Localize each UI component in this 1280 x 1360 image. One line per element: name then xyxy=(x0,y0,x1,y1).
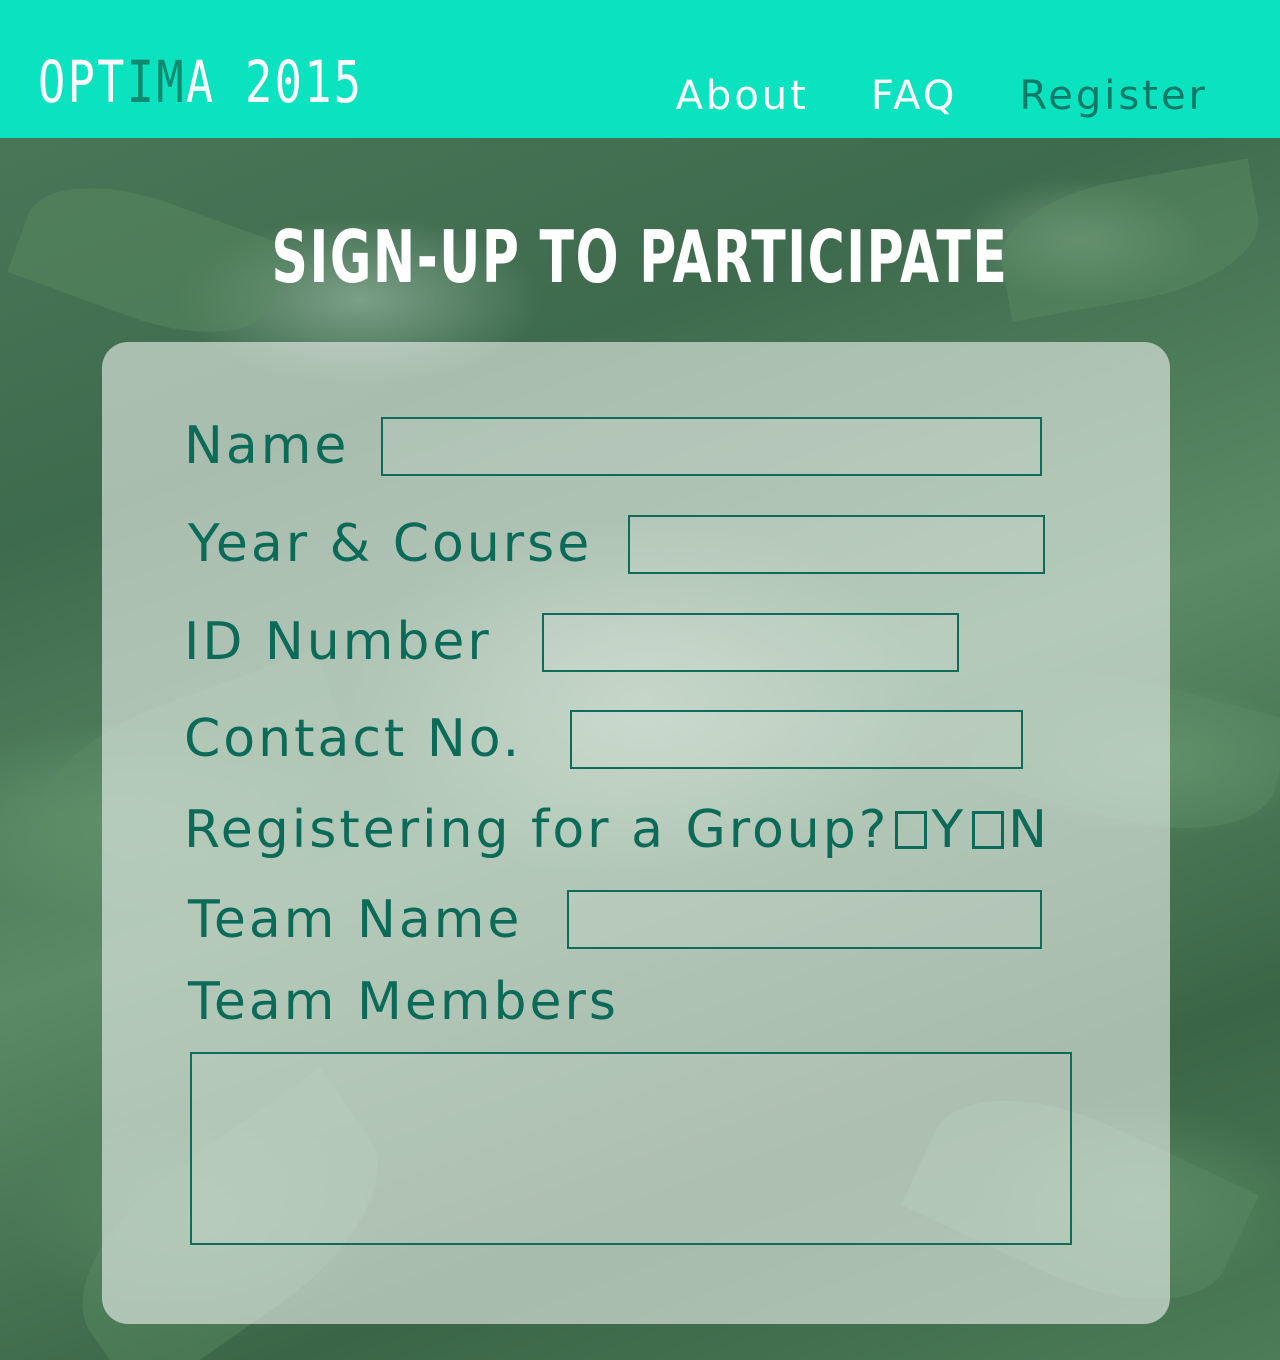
logo-text-accent: IM xyxy=(126,48,186,116)
team-members-label: Team Members xyxy=(188,972,619,1032)
main-nav: About FAQ Register xyxy=(676,72,1208,120)
team-members-textarea[interactable] xyxy=(190,1052,1072,1245)
contact-number-input[interactable] xyxy=(570,710,1023,769)
logo-text-main: OPT xyxy=(38,48,127,116)
site-header: OPTIMA 2015 About FAQ Register xyxy=(0,0,1280,138)
group-question-label: Registering for a Group? xyxy=(184,800,890,860)
nav-register[interactable]: Register xyxy=(1019,72,1208,120)
logo-text-end: A 2015 xyxy=(185,48,364,116)
name-input[interactable] xyxy=(381,417,1042,476)
site-logo[interactable]: OPTIMA 2015 xyxy=(38,46,363,118)
id-number-input[interactable] xyxy=(542,613,959,672)
page-title: SIGN-UP TO PARTICIPATE xyxy=(271,215,1009,299)
group-registration-row: Registering for a Group? Y N xyxy=(184,798,1050,862)
id-number-label: ID Number xyxy=(184,612,492,672)
team-name-input[interactable] xyxy=(567,890,1042,949)
team-name-label: Team Name xyxy=(188,890,523,950)
year-course-label: Year & Course xyxy=(188,514,593,574)
group-yes-checkbox[interactable] xyxy=(895,811,928,849)
group-yes-label: Y xyxy=(931,800,967,860)
group-no-label: N xyxy=(1008,800,1051,860)
group-no-checkbox[interactable] xyxy=(972,811,1005,849)
nav-faq[interactable]: FAQ xyxy=(871,72,957,120)
nav-about[interactable]: About xyxy=(676,72,809,120)
name-label: Name xyxy=(184,416,350,476)
contact-number-label: Contact No. xyxy=(184,709,523,769)
year-course-input[interactable] xyxy=(628,515,1045,574)
